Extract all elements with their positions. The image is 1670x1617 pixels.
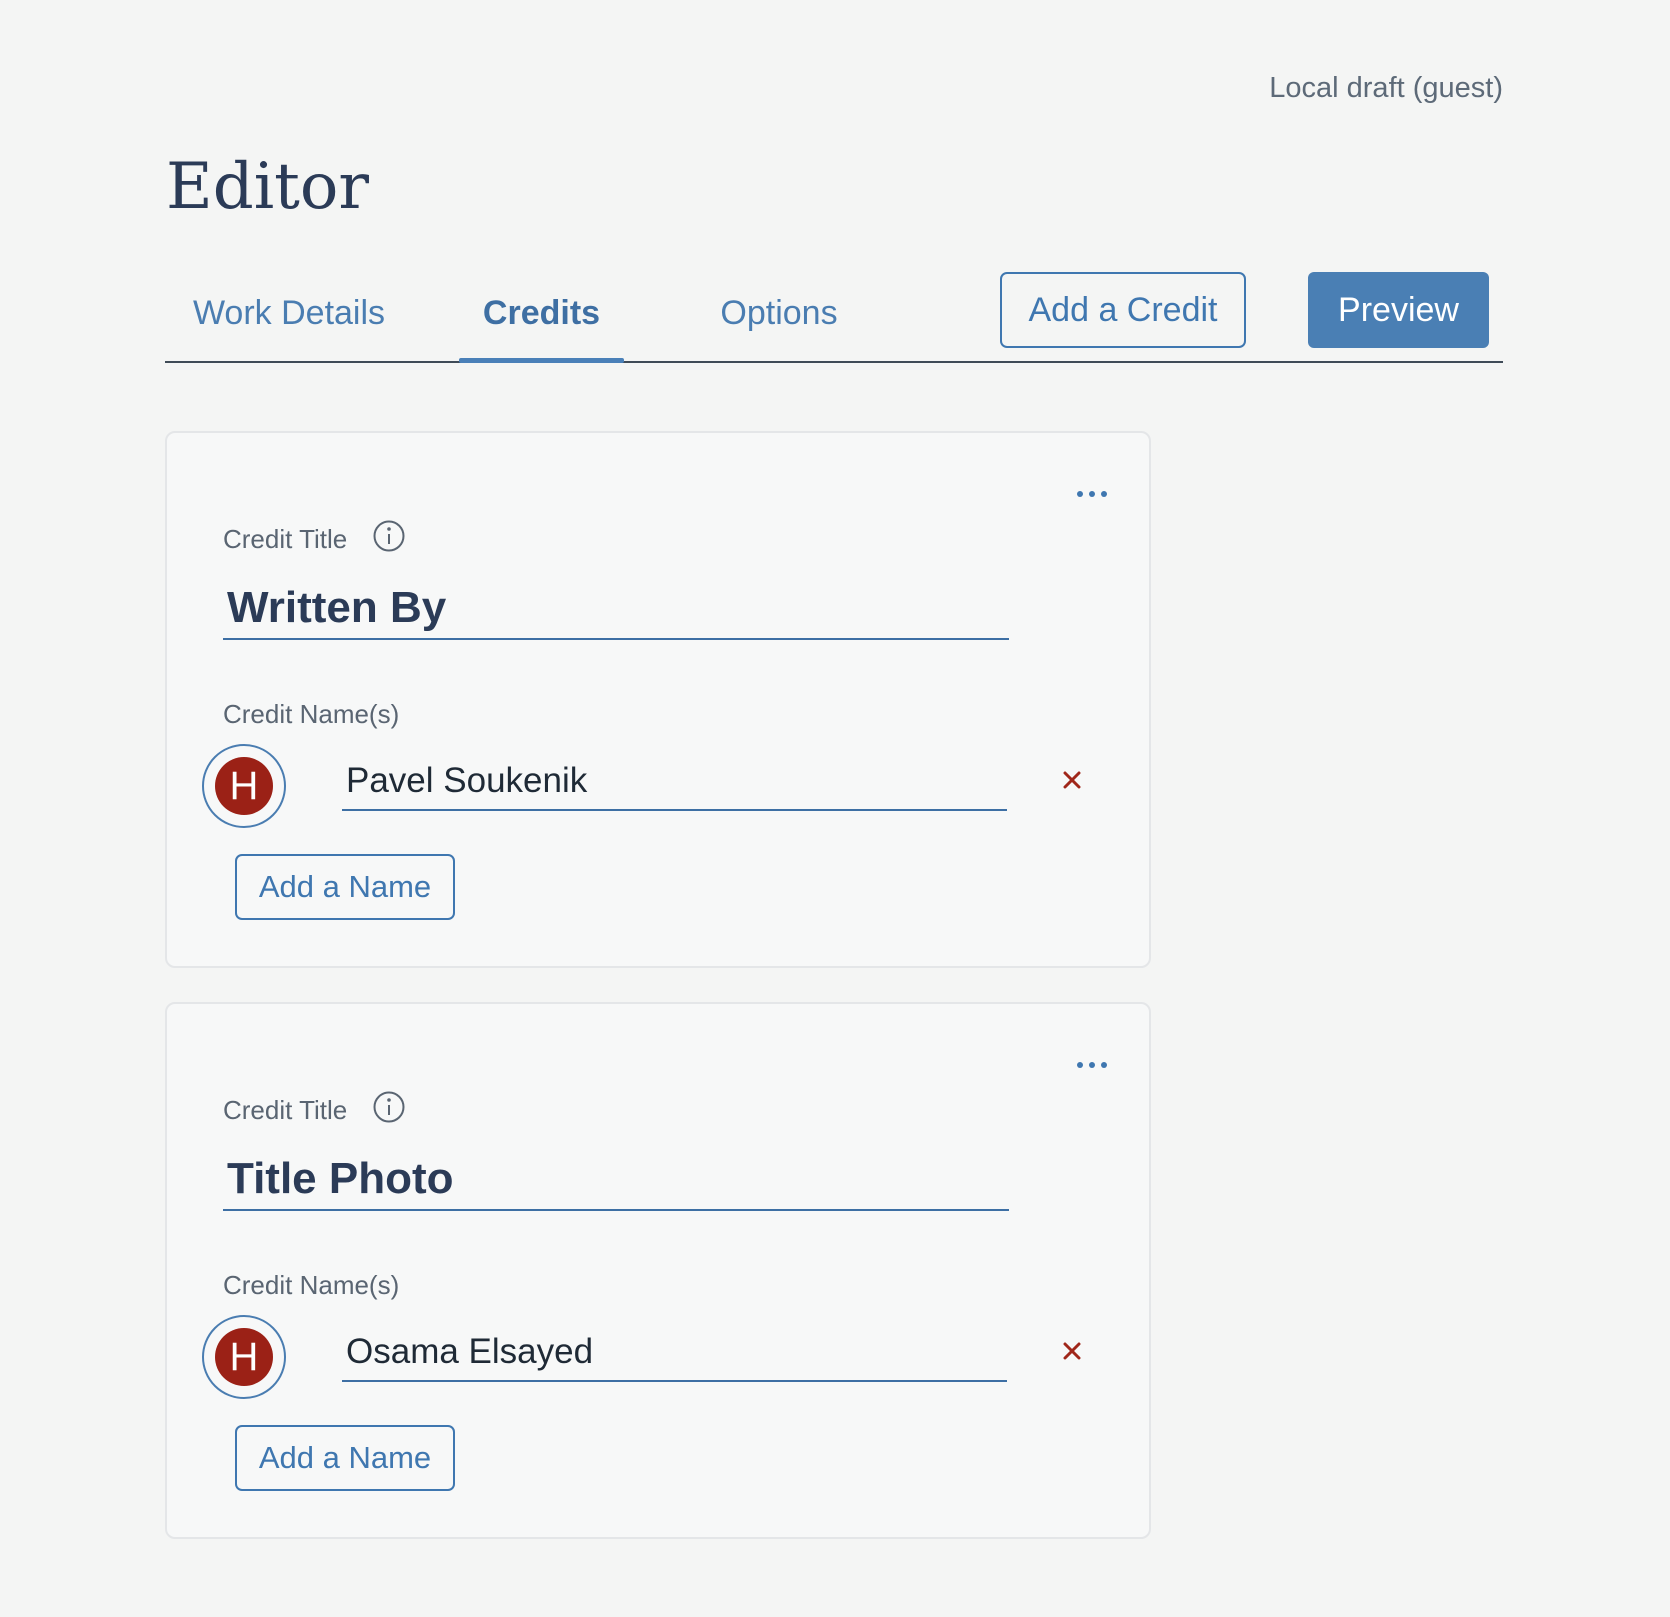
add-credit-button[interactable]: Add a Credit bbox=[1000, 272, 1246, 348]
tab-bar: Work Details Credits Options bbox=[165, 266, 1503, 363]
close-icon[interactable] bbox=[1052, 1331, 1092, 1371]
credit-name-input[interactable]: Osama Elsayed bbox=[342, 1324, 1007, 1382]
avatar[interactable]: H bbox=[202, 744, 286, 828]
credit-card: Credit Title Written By Credit Name(s) H… bbox=[165, 431, 1151, 968]
credit-name-input[interactable]: Pavel Soukenik bbox=[342, 753, 1007, 811]
avatar-letter: H bbox=[215, 1328, 273, 1386]
preview-button[interactable]: Preview bbox=[1308, 272, 1489, 348]
credit-title-label: Credit Title bbox=[223, 524, 348, 554]
close-icon[interactable] bbox=[1052, 760, 1092, 800]
info-icon[interactable] bbox=[372, 1090, 406, 1124]
info-icon[interactable] bbox=[372, 519, 406, 553]
avatar-letter: H bbox=[215, 757, 273, 815]
editor-page: Local draft (guest) Editor Work Details … bbox=[0, 0, 1670, 1617]
credit-card: Credit Title Title Photo Credit Name(s) … bbox=[165, 1002, 1151, 1539]
credit-title-input[interactable]: Written By bbox=[223, 578, 1009, 640]
tab-work-details[interactable]: Work Details bbox=[165, 266, 413, 361]
add-name-button[interactable]: Add a Name bbox=[235, 854, 455, 920]
credit-title-label: Credit Title bbox=[223, 1095, 348, 1125]
credit-names-label: Credit Name(s) bbox=[223, 1270, 400, 1300]
more-horizontal-icon[interactable] bbox=[1067, 479, 1117, 509]
credit-names-label: Credit Name(s) bbox=[223, 699, 400, 729]
tab-options[interactable]: Options bbox=[683, 266, 875, 361]
avatar[interactable]: H bbox=[202, 1315, 286, 1399]
page-title: Editor bbox=[166, 150, 369, 224]
tab-credits[interactable]: Credits bbox=[459, 266, 624, 363]
session-status: Local draft (guest) bbox=[1269, 72, 1503, 104]
more-horizontal-icon[interactable] bbox=[1067, 1050, 1117, 1080]
add-name-button[interactable]: Add a Name bbox=[235, 1425, 455, 1491]
credit-title-input[interactable]: Title Photo bbox=[223, 1149, 1009, 1211]
